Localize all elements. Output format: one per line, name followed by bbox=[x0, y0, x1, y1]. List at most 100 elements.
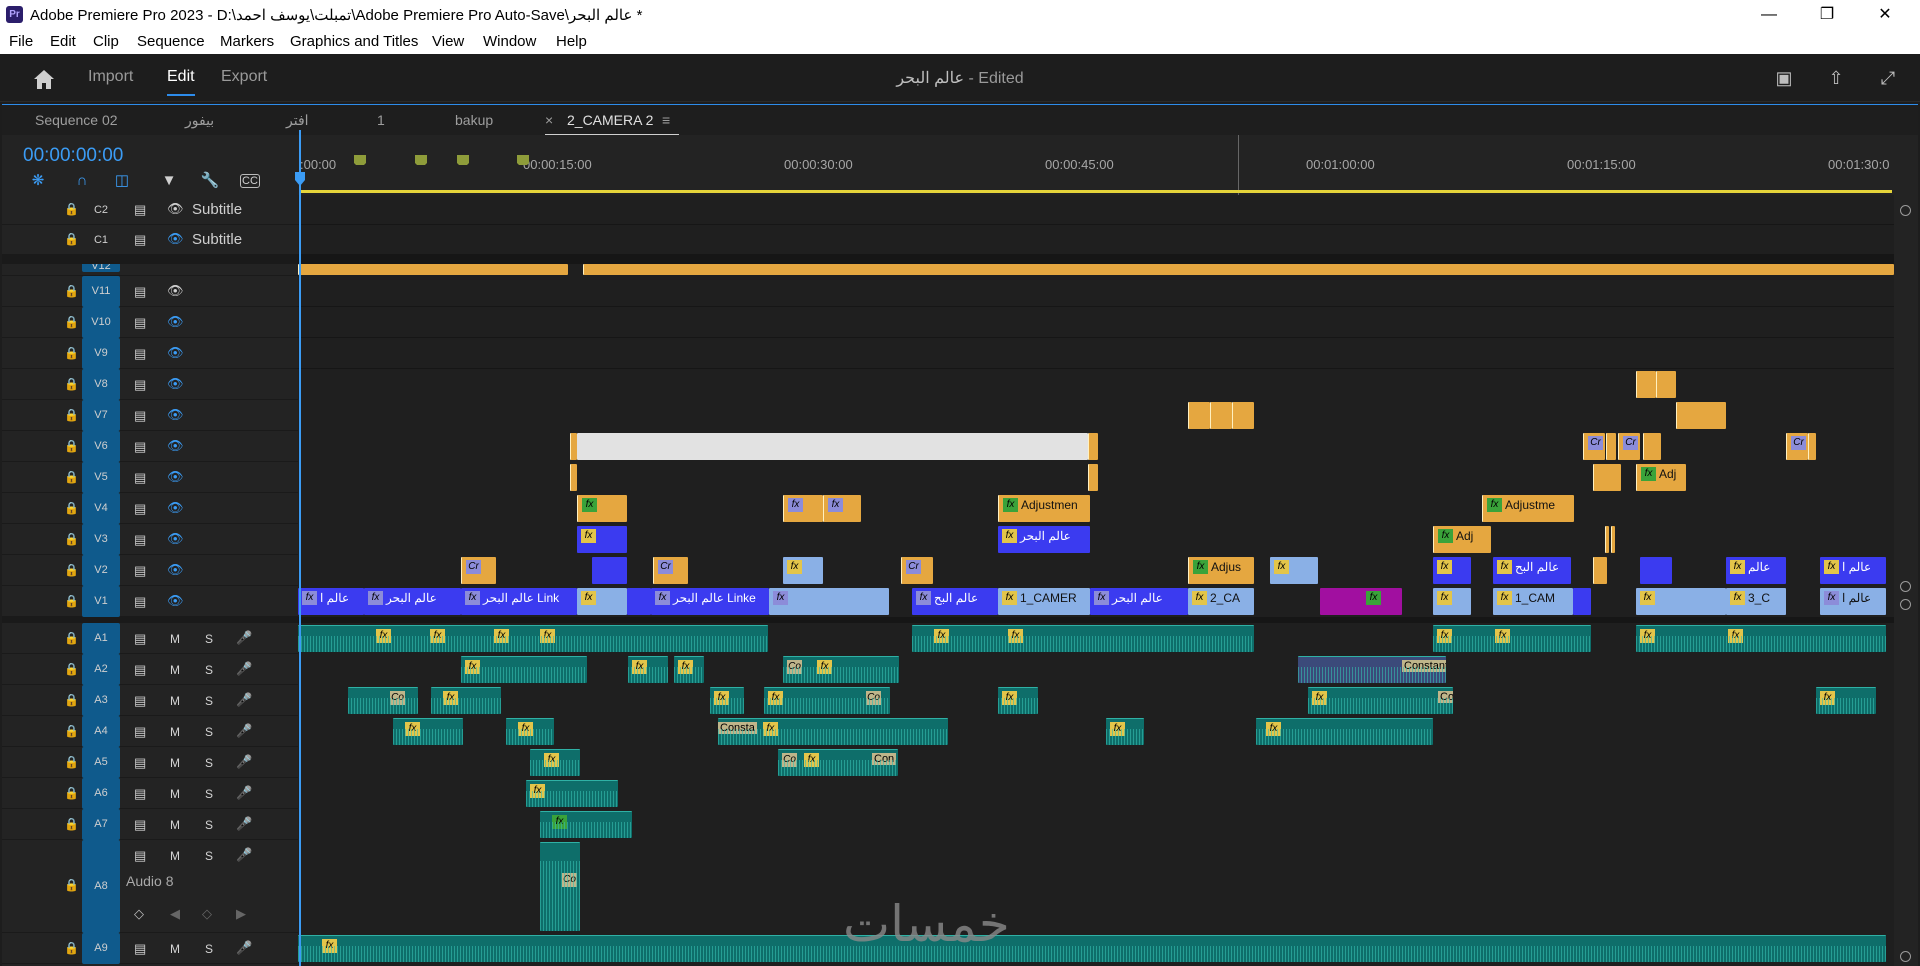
lock-icon[interactable]: 🔒 bbox=[64, 439, 79, 453]
time-ruler[interactable]: :00:00 00:00:15:00 00:00:30:00 00:00:45:… bbox=[300, 135, 1918, 195]
audio-clip-a5[interactable]: CofxCon bbox=[778, 749, 898, 776]
captions-icon[interactable]: CC bbox=[240, 174, 260, 188]
clip-v1[interactable]: fx 1_CAM bbox=[1493, 588, 1573, 615]
toggle-sync-icon[interactable]: ▤ bbox=[134, 724, 146, 740]
menu-clip[interactable]: Clip bbox=[93, 33, 119, 50]
share-icon[interactable]: ⇧ bbox=[1824, 66, 1848, 90]
lane-c2[interactable] bbox=[298, 195, 1894, 225]
solo-button[interactable]: S bbox=[205, 849, 213, 863]
clip-v2[interactable] bbox=[1593, 557, 1607, 584]
clip-v4[interactable]: fx bbox=[783, 495, 823, 522]
clip-v2[interactable]: Cr bbox=[653, 557, 688, 584]
lane-v9[interactable] bbox=[298, 338, 1894, 369]
audio-clip-a3[interactable]: fxConsta bbox=[1308, 687, 1453, 714]
eye-off-icon[interactable]: 👁 bbox=[167, 593, 184, 609]
restore-button[interactable]: ❐ bbox=[1798, 0, 1856, 29]
clip-v3[interactable]: fx bbox=[577, 526, 627, 553]
marker-icon[interactable] bbox=[517, 155, 529, 165]
clip-v2[interactable]: fx bbox=[1270, 557, 1318, 584]
eye-off-icon[interactable]: 👁 bbox=[167, 438, 184, 454]
scroll-handle[interactable] bbox=[1900, 951, 1911, 962]
clip-v2[interactable]: fx bbox=[783, 557, 823, 584]
scroll-handle[interactable] bbox=[1900, 581, 1911, 592]
solo-button[interactable]: S bbox=[205, 787, 213, 801]
lock-icon[interactable]: 🔒 bbox=[64, 377, 79, 391]
clip-v1[interactable]: fx 1_CAMER bbox=[998, 588, 1090, 615]
eye-off-icon[interactable]: 👁 bbox=[167, 562, 184, 578]
track-name[interactable]: V10 bbox=[82, 307, 120, 338]
scroll-handle[interactable] bbox=[1900, 599, 1911, 610]
lock-icon[interactable]: 🔒 bbox=[64, 693, 79, 707]
toggle-sync-icon[interactable]: ▤ bbox=[134, 377, 146, 393]
mute-button[interactable]: M bbox=[170, 942, 180, 956]
clip-v4[interactable]: fx Adjustme bbox=[1482, 495, 1574, 522]
clip-v5[interactable] bbox=[570, 464, 577, 491]
eye-off-icon[interactable]: 👁 bbox=[167, 407, 184, 423]
clip-v1[interactable] bbox=[627, 588, 651, 615]
fullscreen-icon[interactable]: ⤢ bbox=[1876, 66, 1900, 90]
lock-icon[interactable]: 🔒 bbox=[64, 941, 79, 955]
lock-icon[interactable]: 🔒 bbox=[64, 786, 79, 800]
mute-button[interactable]: M bbox=[170, 632, 180, 646]
solo-button[interactable]: S bbox=[205, 694, 213, 708]
lock-icon[interactable]: 🔒 bbox=[64, 315, 79, 329]
toggle-sync-icon[interactable]: ▤ bbox=[134, 662, 146, 678]
track-name[interactable]: A5 bbox=[82, 747, 120, 778]
clip-v8[interactable] bbox=[1636, 371, 1656, 398]
menu-edit[interactable]: Edit bbox=[50, 33, 76, 50]
toggle-sync-icon[interactable]: ▤ bbox=[134, 755, 146, 771]
toggle-sync-icon[interactable]: ▤ bbox=[134, 439, 146, 455]
solo-button[interactable]: S bbox=[205, 756, 213, 770]
clip-v2[interactable]: Cr bbox=[901, 557, 933, 584]
tab-sequence-02[interactable]: Sequence 02 bbox=[35, 112, 118, 128]
mute-button[interactable]: M bbox=[170, 663, 180, 677]
lock-icon[interactable]: 🔒 bbox=[64, 631, 79, 645]
nest-icon[interactable]: ❋ bbox=[28, 171, 48, 191]
clip-v3[interactable] bbox=[1611, 526, 1615, 553]
audio-clip-a3[interactable]: fx bbox=[998, 687, 1038, 714]
lock-icon[interactable]: 🔒 bbox=[64, 202, 79, 216]
clip-v1[interactable]: fx bbox=[577, 588, 627, 615]
mute-button[interactable]: M bbox=[170, 725, 180, 739]
eye-off-icon[interactable]: 👁 bbox=[167, 531, 184, 547]
audio-clip-a2[interactable]: fx bbox=[674, 656, 704, 683]
audio-clip-a1[interactable]: fxfx bbox=[1636, 625, 1886, 652]
tab-before[interactable]: بيفور bbox=[185, 112, 214, 129]
lock-icon[interactable]: 🔒 bbox=[64, 532, 79, 546]
audio-clip-a2[interactable]: fx bbox=[461, 656, 587, 683]
microphone-icon[interactable]: 🎤 bbox=[236, 847, 252, 863]
clip-v3[interactable]: fx Adj bbox=[1433, 526, 1491, 553]
add-marker-icon[interactable]: ▼ bbox=[159, 171, 179, 191]
toggle-sync-icon[interactable]: ▤ bbox=[134, 594, 146, 610]
tab-after[interactable]: افتر bbox=[286, 112, 309, 129]
lock-icon[interactable]: 🔒 bbox=[64, 232, 79, 246]
track-name[interactable]: V4 bbox=[82, 493, 120, 524]
microphone-icon[interactable]: 🎤 bbox=[236, 692, 252, 708]
microphone-icon[interactable]: 🎤 bbox=[236, 630, 252, 646]
solo-button[interactable]: S bbox=[205, 663, 213, 677]
solo-button[interactable]: S bbox=[205, 818, 213, 832]
toggle-sync-icon[interactable]: ▤ bbox=[134, 693, 146, 709]
audio-clip-a3[interactable]: fxCo bbox=[764, 687, 890, 714]
clip-v3[interactable] bbox=[1605, 526, 1609, 553]
lock-icon[interactable]: 🔒 bbox=[64, 408, 79, 422]
tab-close-icon[interactable]: × bbox=[545, 112, 553, 128]
minimize-button[interactable]: — bbox=[1740, 0, 1798, 29]
toggle-sync-icon[interactable]: ▤ bbox=[134, 315, 146, 331]
playhead-timecode[interactable]: 00:00:00:00 bbox=[23, 145, 123, 167]
track-name[interactable]: A8 bbox=[82, 840, 120, 933]
track-name[interactable]: V8 bbox=[82, 369, 120, 400]
solo-button[interactable]: S bbox=[205, 632, 213, 646]
toggle-sync-icon[interactable]: ▤ bbox=[134, 786, 146, 802]
clip-v6[interactable] bbox=[1808, 433, 1816, 460]
menu-sequence[interactable]: Sequence bbox=[137, 33, 205, 50]
track-name[interactable]: C1 bbox=[82, 234, 120, 246]
menu-window[interactable]: Window bbox=[483, 33, 536, 50]
next-keyframe-icon[interactable]: ▶ bbox=[236, 906, 246, 922]
lock-icon[interactable]: 🔒 bbox=[64, 501, 79, 515]
scroll-handle[interactable] bbox=[1900, 205, 1911, 216]
audio-clip-a4[interactable]: fx bbox=[1256, 718, 1433, 745]
clip-v4[interactable]: fx bbox=[577, 495, 627, 522]
clip-v2[interactable]: fx Adjus bbox=[1188, 557, 1254, 584]
lane-v10[interactable] bbox=[298, 307, 1894, 338]
